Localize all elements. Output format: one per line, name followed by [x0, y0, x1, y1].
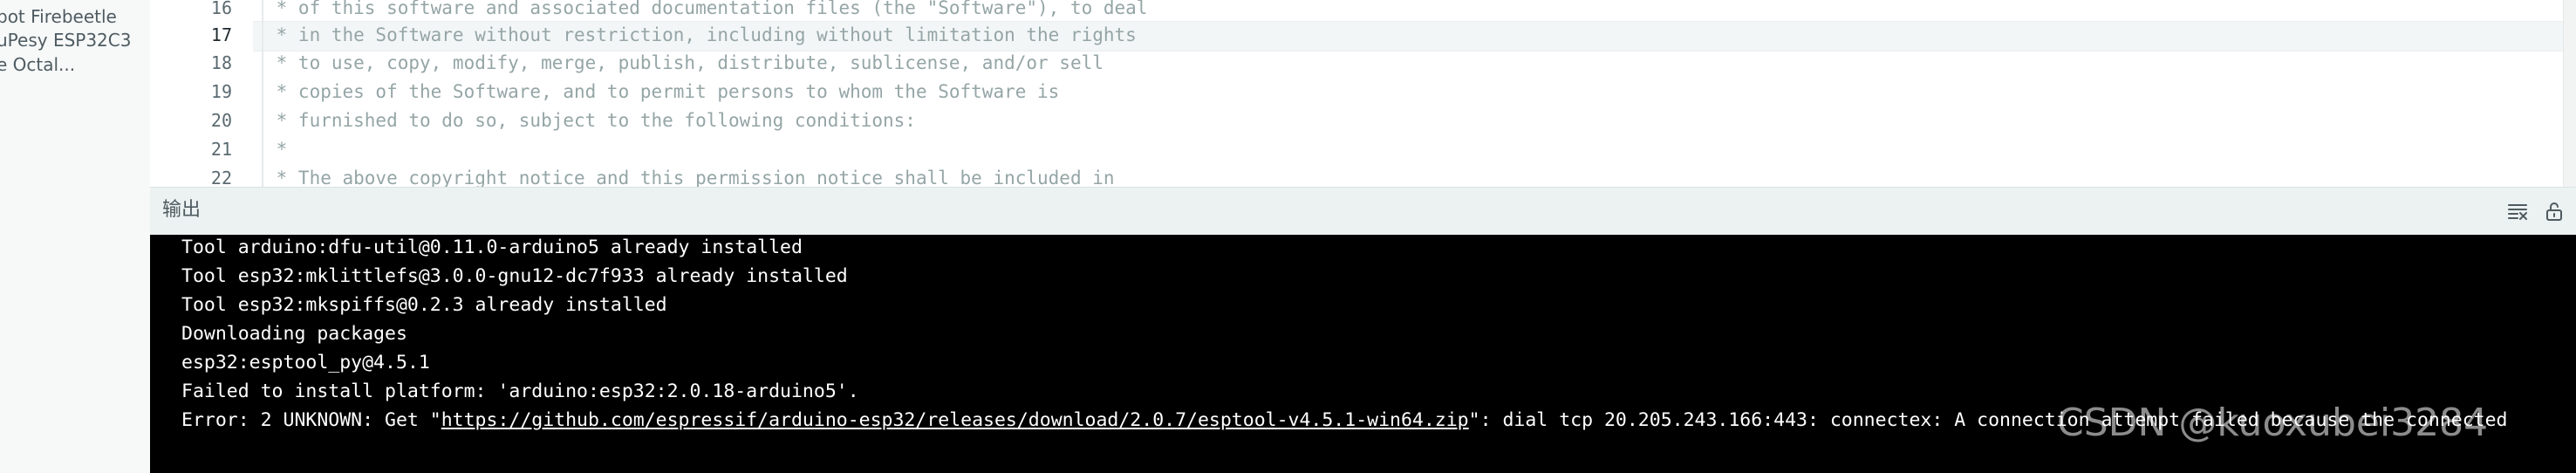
console-line: Downloading packages [181, 323, 407, 345]
error-url-link[interactable]: https://github.com/espressif/arduino-esp… [441, 409, 1469, 431]
line-number: 20 [210, 110, 232, 131]
board-list-item[interactable]: bot Firebeetle [0, 6, 117, 27]
code-line: * furnished to do so, subject to the fol… [265, 110, 916, 131]
line-number: 21 [210, 139, 232, 160]
line-number: 17 [210, 24, 232, 45]
line-number: 22 [210, 168, 232, 187]
output-console[interactable]: Tool arduino:dfu-util@0.11.0-arduino5 al… [150, 235, 2576, 473]
error-suffix: ": dial tcp 20.205.243.166:443: connecte… [1468, 409, 2508, 431]
console-line: Tool esp32:mkspiffs@0.2.3 already instal… [181, 294, 667, 316]
fold-guide [262, 0, 263, 187]
console-line: Tool esp32:mklittlefs@3.0.0-gnu12-dc7f93… [181, 265, 848, 287]
line-number: 18 [210, 52, 232, 73]
console-line: esp32:esptool_py@4.5.1 [181, 352, 430, 374]
code-line: * The above copyright notice and this pe… [265, 168, 1115, 187]
line-number: 19 [210, 81, 232, 102]
console-line: Tool arduino:dfu-util@0.11.0-arduino5 al… [181, 236, 803, 258]
ide-window: bot Firebeetle uPesy ESP32C3 e Octal... … [0, 0, 2576, 473]
unlock-scroll-icon[interactable] [2543, 200, 2566, 223]
code-editor[interactable]: 16 17 18 19 20 21 22 * of this software … [150, 0, 2576, 187]
board-list-item[interactable]: uPesy ESP32C3 [0, 30, 131, 51]
clear-output-icon[interactable] [2506, 200, 2529, 223]
output-panel-header: 输出 [150, 187, 2576, 236]
editor-scrollbar[interactable] [2563, 0, 2576, 187]
code-line: * in the Software without restriction, i… [265, 24, 1137, 45]
code-line: * [265, 139, 288, 160]
line-number: 16 [210, 0, 232, 18]
console-error-line: Error: 2 UNKNOWN: Get "https://github.co… [181, 409, 2508, 432]
board-list-item[interactable]: e Octal... [0, 54, 75, 75]
output-panel-title: 输出 [162, 199, 202, 221]
line-number-gutter: 16 17 18 19 20 21 22 [150, 0, 253, 187]
console-line: Failed to install platform: 'arduino:esp… [181, 380, 859, 402]
error-prefix: Error: 2 UNKNOWN: Get " [181, 409, 441, 431]
board-list-sidebar: bot Firebeetle uPesy ESP32C3 e Octal... [0, 0, 150, 473]
code-line: * copies of the Software, and to permit … [265, 81, 1060, 102]
code-line: * of this software and associated docume… [265, 0, 1148, 18]
code-line: * to use, copy, modify, merge, publish, … [265, 52, 1104, 73]
